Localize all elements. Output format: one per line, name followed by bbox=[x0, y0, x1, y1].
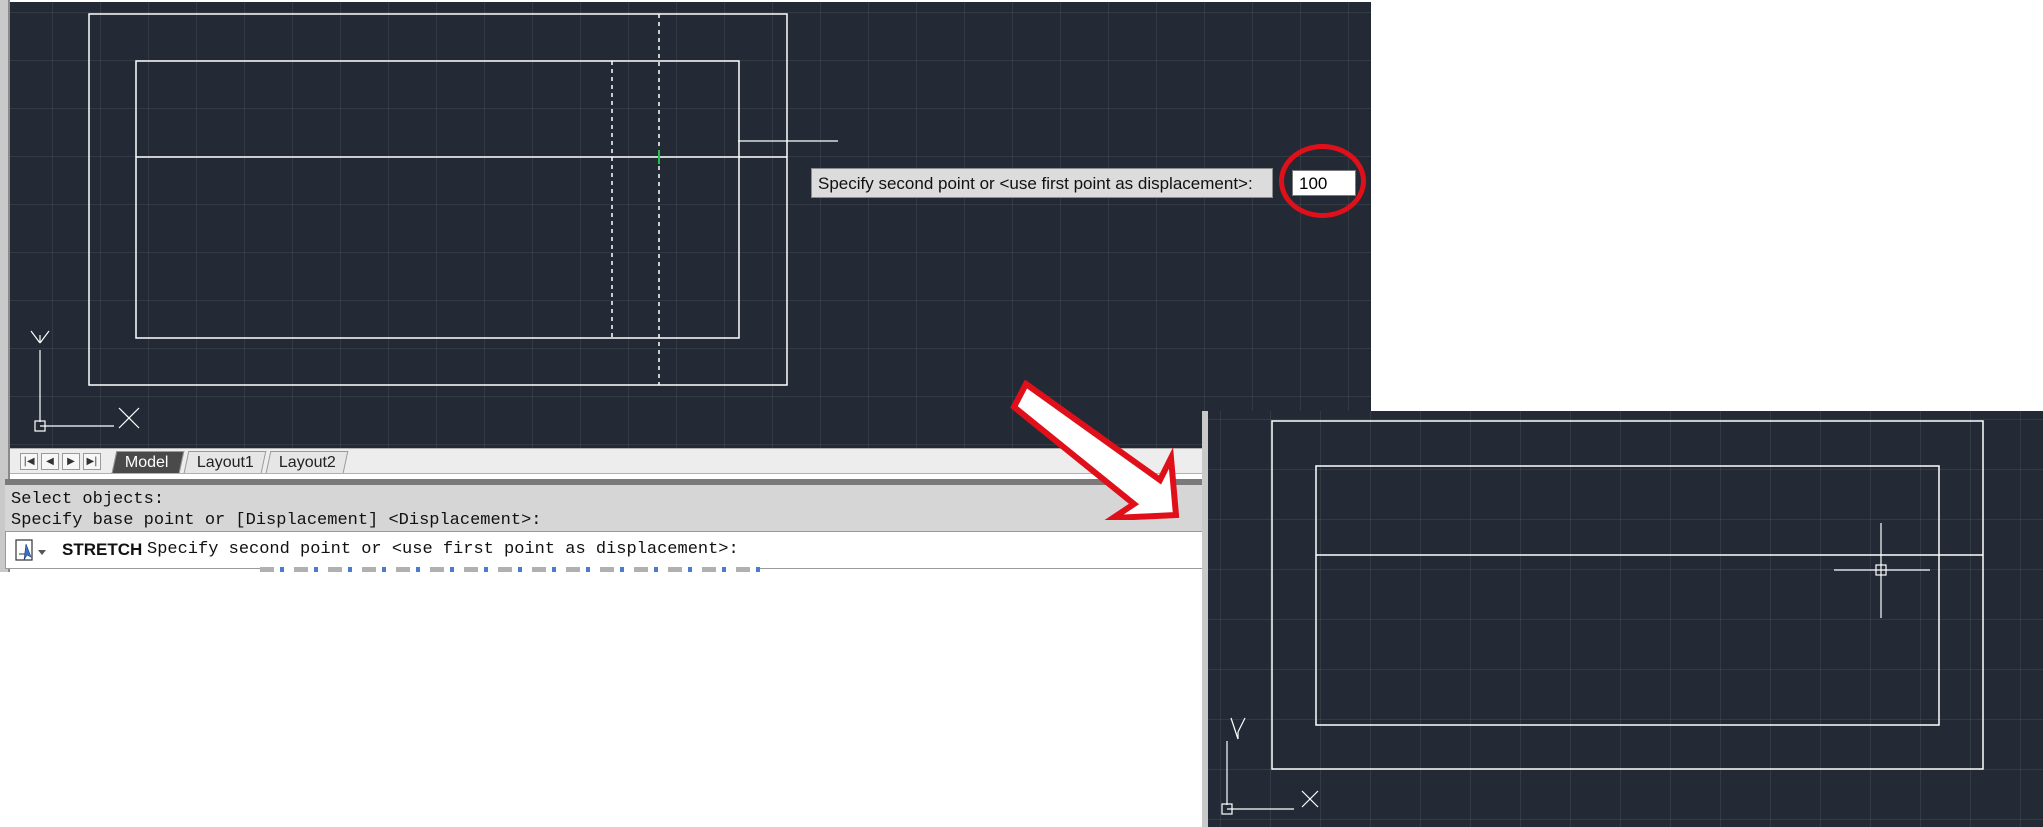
tab-layout1[interactable]: Layout1 bbox=[183, 451, 267, 473]
crosshair-cursor bbox=[1834, 523, 1930, 618]
drawing-viewport-after[interactable] bbox=[1208, 411, 2043, 827]
outer-rectangle bbox=[88, 13, 788, 386]
tab-model[interactable]: Model bbox=[111, 451, 185, 473]
next-tab-button[interactable]: ▶ bbox=[62, 453, 80, 470]
dynamic-input-prompt: Specify second point or <use first point… bbox=[818, 174, 1253, 193]
tab-layout2[interactable]: Layout2 bbox=[265, 451, 349, 473]
red-highlight-circle bbox=[1279, 144, 1366, 218]
last-tab-button[interactable]: ▶| bbox=[83, 453, 101, 470]
command-customize-icon[interactable] bbox=[14, 538, 50, 564]
drawing-canvas-after bbox=[1221, 420, 1984, 815]
inner-rectangle bbox=[1315, 465, 1940, 726]
command-line[interactable]: STRETCH Specify second point or <use fir… bbox=[5, 531, 1203, 569]
ucs-icon bbox=[1221, 717, 1319, 815]
red-arrow-icon bbox=[1010, 380, 1180, 520]
inner-rectangle bbox=[135, 60, 740, 339]
first-tab-button[interactable]: |◀ bbox=[20, 453, 38, 470]
outer-rectangle bbox=[1271, 420, 1984, 770]
ucs-icon bbox=[30, 330, 140, 432]
command-name: STRETCH bbox=[62, 540, 143, 559]
command-prompt: Specify second point or <use first point… bbox=[147, 540, 739, 559]
previous-tab-button[interactable]: ◀ bbox=[41, 453, 59, 470]
dynamic-input-tooltip: Specify second point or <use first point… bbox=[811, 168, 1273, 198]
status-bar-fragment bbox=[260, 567, 760, 572]
